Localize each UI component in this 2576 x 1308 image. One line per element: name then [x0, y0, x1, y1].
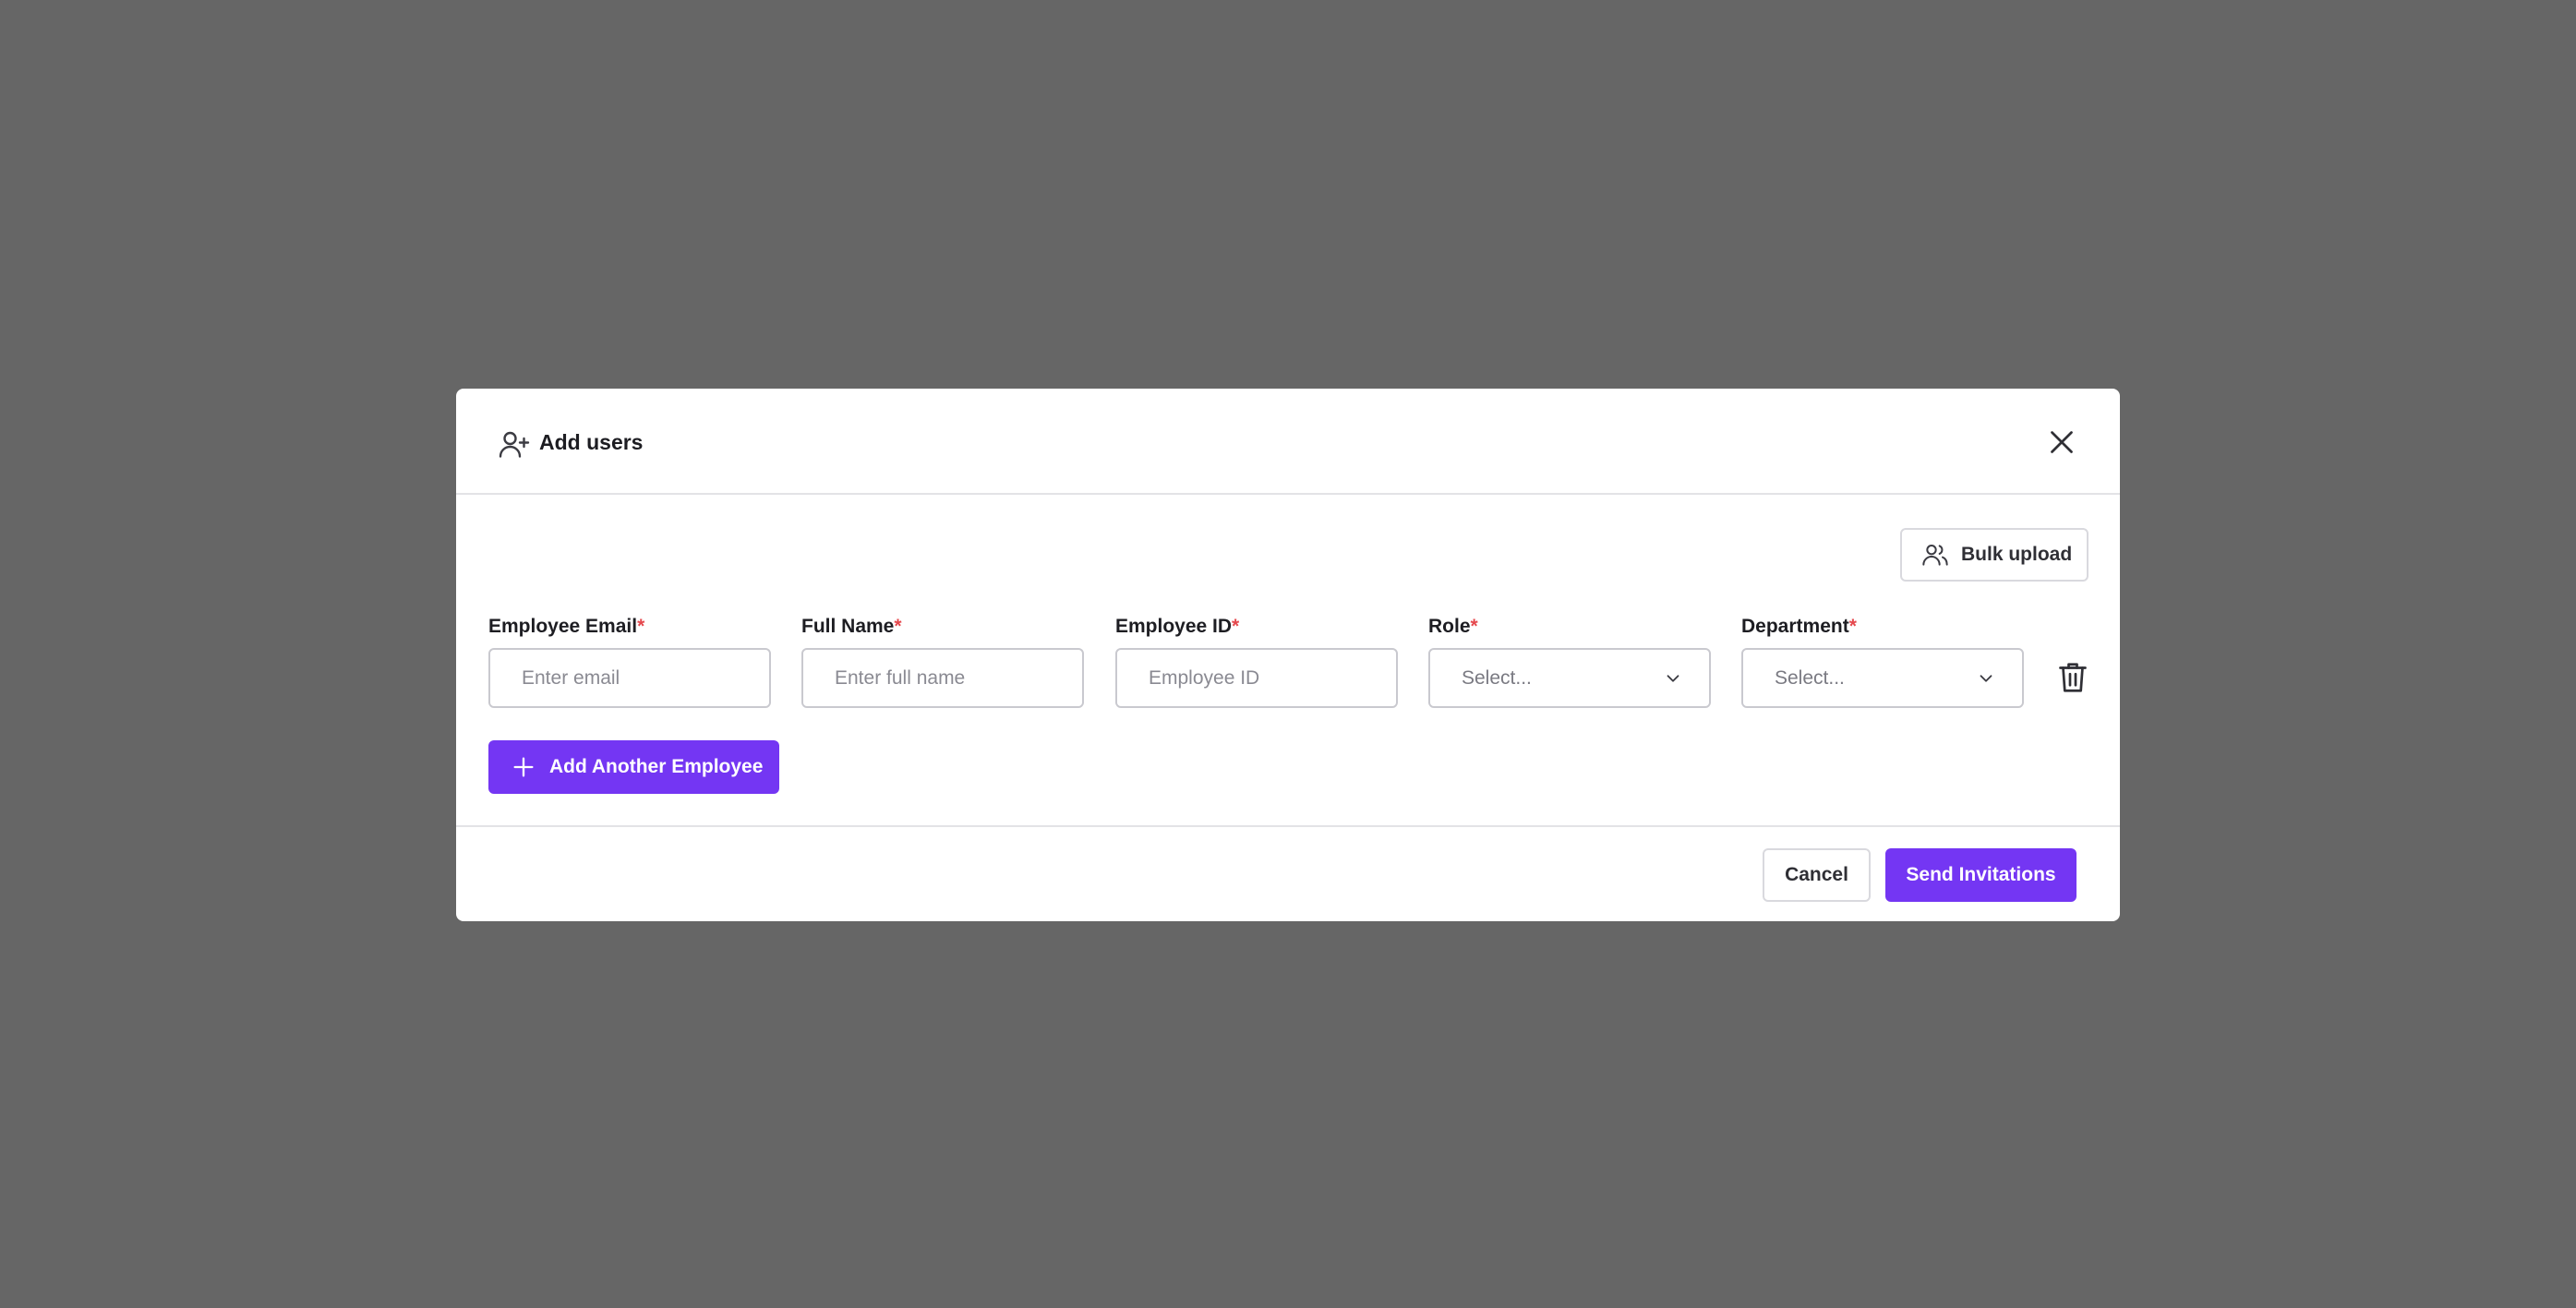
- required-marker: *: [1848, 616, 1857, 637]
- chevron-down-icon: [1667, 674, 1679, 682]
- required-marker: *: [894, 616, 902, 637]
- employee-id-field[interactable]: [1115, 648, 1398, 708]
- employee-id-field-group: Employee ID*: [1115, 614, 1398, 708]
- modal-header: Add users: [456, 389, 2120, 495]
- add-users-modal: Add users Bulk upload Employee Email* Fu…: [456, 389, 2120, 921]
- role-select[interactable]: Select...: [1428, 648, 1711, 708]
- role-select-value: Select...: [1462, 666, 1532, 689]
- department-label: Department*: [1741, 616, 1857, 637]
- bulk-upload-label: Bulk upload: [1961, 544, 2073, 565]
- cancel-button[interactable]: Cancel: [1763, 848, 1871, 902]
- role-label: Role*: [1428, 616, 1478, 637]
- email-field-group: Employee Email*: [488, 614, 771, 708]
- add-another-employee-button[interactable]: Add Another Employee: [488, 740, 779, 794]
- users-icon: [1922, 545, 1948, 566]
- employee-id-label: Employee ID*: [1115, 616, 1240, 637]
- plus-icon: [513, 757, 534, 777]
- email-label: Employee Email*: [488, 616, 645, 637]
- required-marker: *: [1232, 616, 1240, 637]
- department-field-group: Department* Select...: [1741, 614, 2024, 708]
- required-marker: *: [637, 616, 645, 637]
- modal-title: Add users: [539, 430, 644, 454]
- trash-icon[interactable]: [2056, 659, 2089, 696]
- required-marker: *: [1470, 616, 1478, 637]
- full-name-field[interactable]: [801, 648, 1084, 708]
- close-icon[interactable]: [2045, 426, 2078, 459]
- department-select-value: Select...: [1775, 666, 1845, 689]
- user-plus-icon: [499, 431, 530, 458]
- full-name-label: Full Name*: [801, 616, 902, 637]
- role-field-group: Role* Select...: [1428, 614, 1711, 708]
- bulk-upload-button[interactable]: Bulk upload: [1900, 528, 2088, 582]
- add-another-employee-label: Add Another Employee: [549, 756, 764, 777]
- modal-footer: Cancel Send Invitations: [456, 825, 2120, 921]
- email-field[interactable]: [488, 648, 771, 708]
- department-select[interactable]: Select...: [1741, 648, 2024, 708]
- chevron-down-icon: [1980, 674, 1992, 682]
- full-name-field-group: Full Name*: [801, 614, 1084, 708]
- send-invitations-button[interactable]: Send Invitations: [1885, 848, 2076, 902]
